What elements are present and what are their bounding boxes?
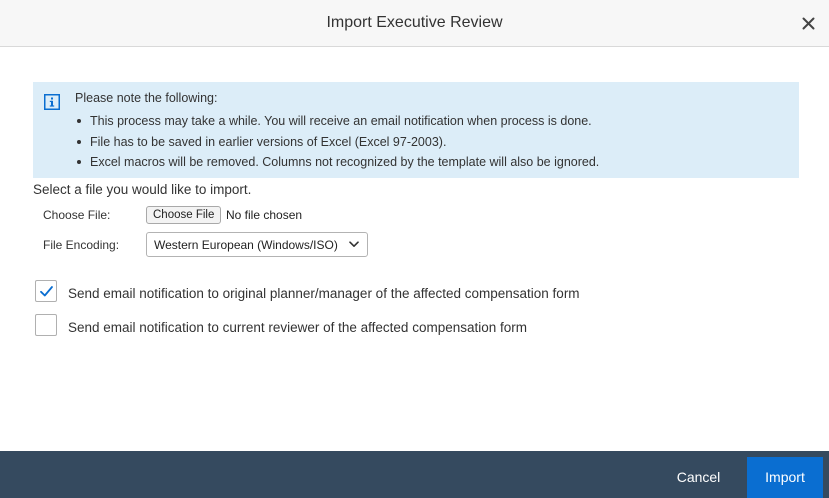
info-item: File has to be saved in earlier versions… xyxy=(75,132,599,153)
notify-reviewer-checkbox[interactable] xyxy=(35,314,57,336)
choose-file-label: Choose File: xyxy=(43,208,111,222)
info-message-strip: Please note the following: This process … xyxy=(33,82,799,178)
choose-file-button[interactable]: Choose File xyxy=(146,206,222,224)
select-file-prompt: Select a file you would like to import. xyxy=(33,182,252,197)
file-encoding-select[interactable]: Western European (Windows/ISO) xyxy=(146,232,368,257)
info-heading: Please note the following: xyxy=(75,91,218,105)
import-button[interactable]: Import xyxy=(747,457,823,498)
close-button[interactable] xyxy=(797,12,819,34)
notify-planner-label[interactable]: Send email notification to original plan… xyxy=(68,286,580,301)
notify-planner-checkbox[interactable] xyxy=(35,280,57,302)
file-encoding-label: File Encoding: xyxy=(43,238,120,252)
notify-reviewer-label[interactable]: Send email notification to current revie… xyxy=(68,320,527,335)
info-item: Excel macros will be removed. Columns no… xyxy=(75,152,599,173)
dialog-title: Import Executive Review xyxy=(326,14,503,31)
no-file-chosen-text: No file chosen xyxy=(226,208,303,222)
chevron-down-icon xyxy=(349,241,359,247)
info-item: This process may take a while. You will … xyxy=(75,111,599,132)
cancel-button[interactable]: Cancel xyxy=(660,457,737,498)
dialog-header: Import Executive Review xyxy=(0,0,829,47)
checkmark-icon xyxy=(40,286,53,297)
close-icon xyxy=(802,17,814,29)
info-icon xyxy=(44,94,60,110)
file-encoding-value: Western European (Windows/ISO) xyxy=(154,238,338,252)
dialog-footer: Cancel Import xyxy=(0,451,829,498)
info-list: This process may take a while. You will … xyxy=(75,111,599,173)
